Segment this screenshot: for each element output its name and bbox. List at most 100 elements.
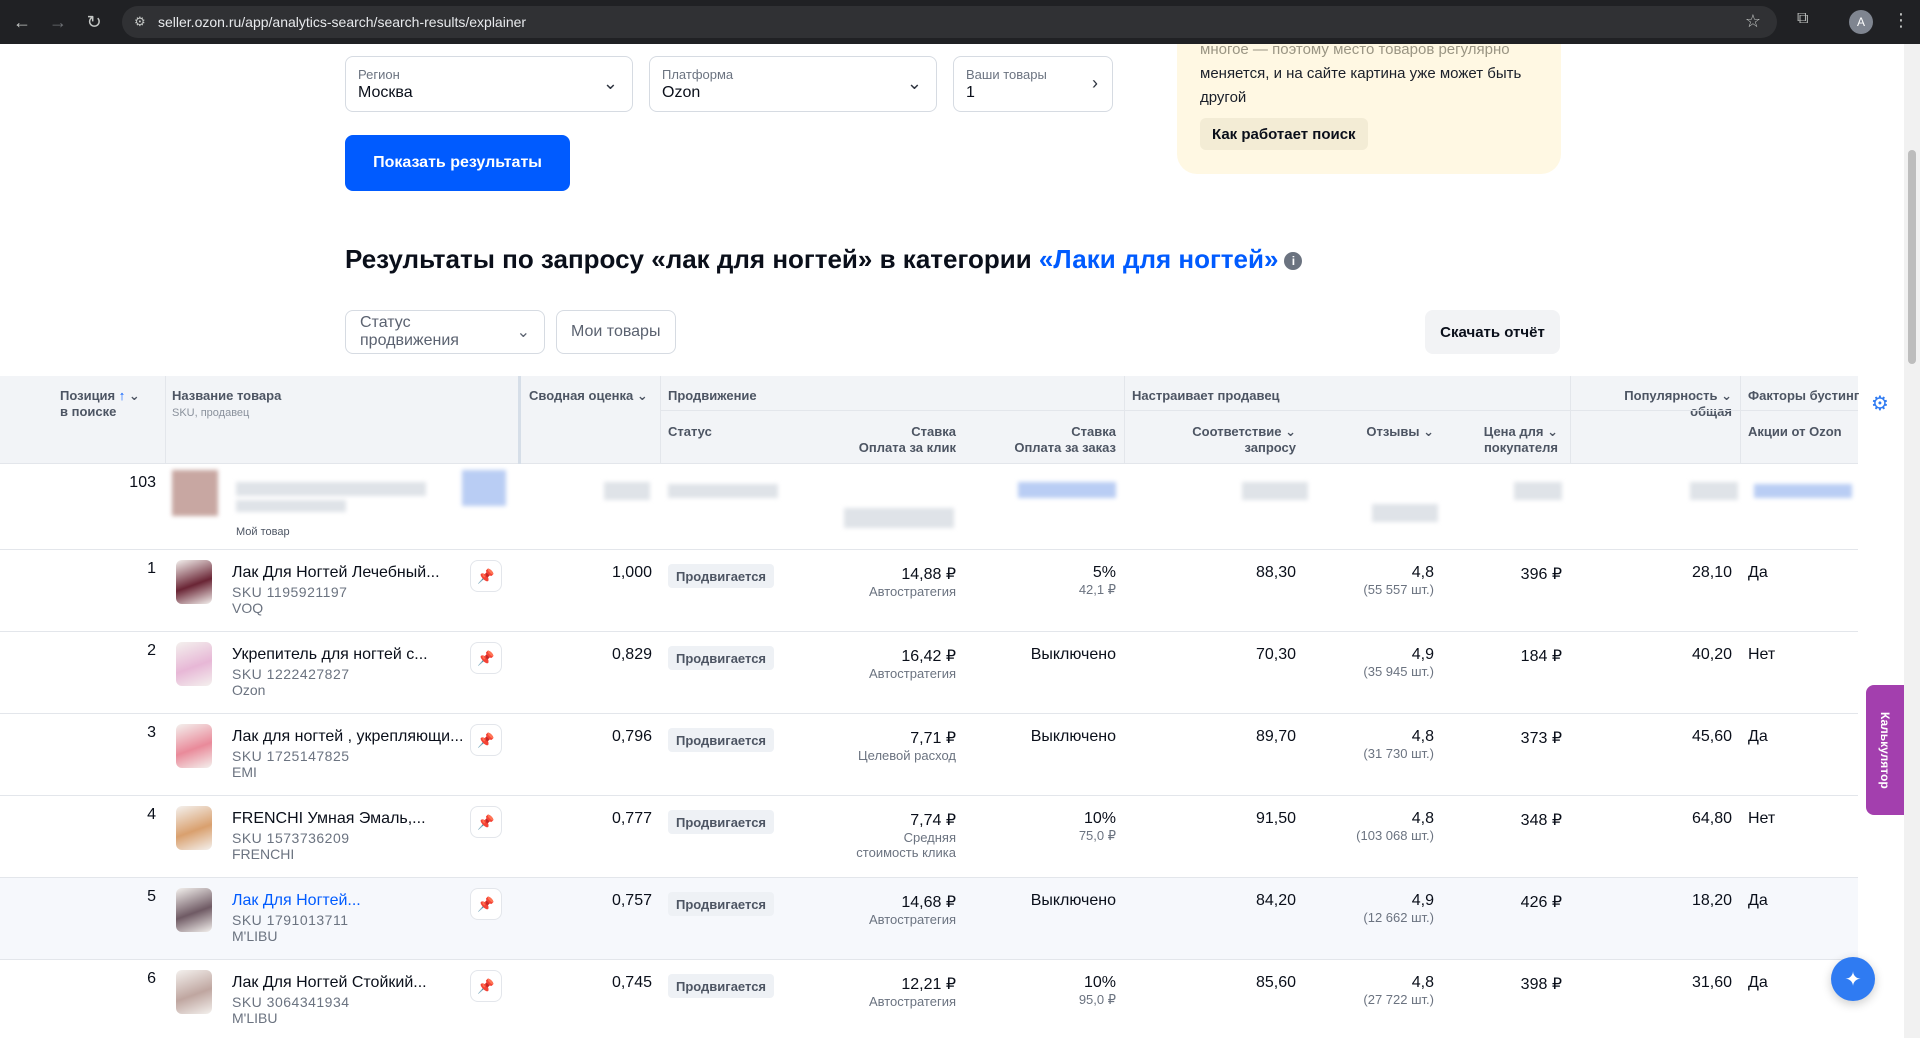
price-value: 396 ₽	[1520, 566, 1562, 583]
reviews-cell: 4,9 (12 662 шт.)	[1363, 892, 1434, 925]
download-report-button[interactable]: Скачать отчёт	[1425, 310, 1560, 354]
table-row[interactable]: 4 FRENCHI Умная Эмаль,... SKU 1573736209…	[0, 796, 1858, 878]
category-link[interactable]: «Лаки для ногтей»	[1039, 244, 1279, 274]
product-name[interactable]: Лак для ногтей , укрепляющи...	[232, 728, 463, 746]
scrollbar-thumb[interactable]	[1908, 150, 1916, 364]
col-boost: Факторы бустинг	[1748, 388, 1860, 403]
bid-order-cell: 10% 75,0 ₽	[1078, 810, 1116, 843]
col-promo: Акции от Ozon	[1748, 424, 1842, 439]
col-seller-config: Настраивает продавец	[1132, 388, 1280, 403]
product-name[interactable]: Лак Для Ногтей Стойкий...	[232, 974, 427, 992]
table-row[interactable]: 5 Лак Для Ногтей... SKU 1791013711 M'LIB…	[0, 878, 1858, 960]
status-filter-dropdown[interactable]: Статус продвижения ⌄	[345, 310, 545, 354]
site-settings-icon[interactable]: ⚙	[134, 14, 150, 30]
pin-icon[interactable]: 📌	[470, 806, 502, 838]
platform-value: Ozon	[662, 84, 701, 101]
address-bar[interactable]: ⚙ seller.ozon.ru/app/analytics-search/se…	[122, 6, 1777, 38]
calculator-tab[interactable]: Калькулятор	[1866, 685, 1904, 815]
product-image[interactable]	[176, 642, 212, 686]
pin-icon[interactable]: 📌	[470, 724, 502, 756]
ai-assistant-sparkle-icon[interactable]: ✦	[1831, 957, 1875, 1001]
title-prefix: Результаты по запросу «лак для ногтей» в…	[345, 244, 1039, 274]
col-score[interactable]: Сводная оценка ⌄	[529, 388, 648, 404]
row-position: 5	[147, 888, 156, 905]
relevance-value: 89,70	[1255, 728, 1296, 745]
my-product-image	[172, 470, 218, 516]
score-value: 1,000	[611, 564, 652, 581]
page-scrollbar[interactable]	[1904, 44, 1920, 1038]
how-search-works-button[interactable]: Как работает поиск	[1200, 118, 1368, 150]
promo-value: Да	[1748, 892, 1768, 909]
table-row[interactable]: 2 Укрепитель для ногтей с... SKU 1222427…	[0, 632, 1858, 714]
bid-order-cell: Выключено	[1030, 728, 1116, 745]
popularity-value: 28,10	[1691, 564, 1732, 581]
col-reviews[interactable]: Отзывы ⌄	[1300, 424, 1434, 440]
back-icon[interactable]: ←	[8, 8, 36, 36]
product-image[interactable]	[176, 806, 212, 850]
table-settings-gear-icon[interactable]: ⚙	[1871, 391, 1889, 416]
bid-click-cell: 7,74 ₽ Средняя стоимость клика	[856, 812, 956, 860]
col-promotion: Продвижение	[668, 388, 757, 403]
row-position: 4	[147, 806, 156, 823]
product-sku: SKU 1222427827	[232, 666, 350, 682]
table-header: Позиция ↑ ⌄ в поиске Название товара SKU, …	[0, 376, 1860, 464]
bid-order-cell: Выключено	[1030, 646, 1116, 663]
my-product-sku-blur	[236, 500, 346, 512]
my-goods-select[interactable]: Ваши товары 1 ›	[953, 56, 1113, 112]
product-name[interactable]: Лак Для Ногтей Лечебный...	[232, 564, 440, 582]
col-position[interactable]: Позиция ↑ ⌄ в поиске	[60, 388, 140, 420]
extensions-icon[interactable]: ⧉	[1797, 10, 1808, 28]
my-reviews-blur	[1372, 504, 1438, 522]
my-relevance-blur	[1242, 482, 1308, 500]
page-content: Регион Москва ⌄ Платформа Ozon ⌄ Ваши то…	[0, 44, 1904, 1038]
col-price[interactable]: Цена для ⌄ покупателя	[1440, 424, 1558, 456]
info-card-text: многое — поэтому место товаров регулярно…	[1200, 44, 1522, 106]
reviews-cell: 4,8 (103 068 шт.)	[1356, 810, 1434, 843]
reload-icon[interactable]: ↻	[80, 8, 108, 36]
table-row[interactable]: 3 Лак для ногтей , укрепляющи... SKU 172…	[0, 714, 1858, 796]
score-value: 0,745	[611, 974, 652, 991]
platform-select[interactable]: Платформа Ozon ⌄	[649, 56, 937, 112]
price-value: 184 ₽	[1520, 648, 1562, 665]
table-row[interactable]: 1 Лак Для Ногтей Лечебный... SKU 1195921…	[0, 550, 1858, 632]
col-status: Статус	[668, 424, 712, 439]
relevance-value: 84,20	[1255, 892, 1296, 909]
forward-icon[interactable]: →	[44, 8, 72, 36]
bid-click-cell: 14,68 ₽ Автостратегия	[868, 894, 956, 927]
chevron-down-icon: ⌄	[602, 73, 618, 93]
col-popularity[interactable]: Популярность ⌄ общая	[1590, 388, 1732, 420]
region-select[interactable]: Регион Москва ⌄	[345, 56, 633, 112]
info-icon[interactable]: i	[1284, 252, 1303, 270]
col-relevance[interactable]: Соответствие ⌄ запросу	[1150, 424, 1296, 456]
product-name[interactable]: Укрепитель для ногтей с...	[232, 646, 428, 664]
reviews-cell: 4,8 (27 722 шт.)	[1363, 974, 1434, 1007]
product-image[interactable]	[176, 724, 212, 768]
product-sku: SKU 1725147825	[232, 748, 350, 764]
my-goods-filter[interactable]: Мои товары	[556, 310, 676, 354]
pin-icon[interactable]: 📌	[470, 970, 502, 1002]
promo-value: Да	[1748, 564, 1768, 581]
bookmark-star-icon[interactable]: ☆	[1745, 11, 1761, 32]
product-image[interactable]	[176, 970, 212, 1014]
profile-avatar[interactable]: A	[1849, 10, 1873, 34]
pin-icon[interactable]: 📌	[470, 642, 502, 674]
product-image[interactable]	[176, 888, 212, 932]
table-row[interactable]: 6 Лак Для Ногтей Стойкий... SKU 30643419…	[0, 960, 1858, 1038]
my-product-name-blur	[236, 482, 426, 496]
reviews-cell: 4,8 (31 730 шт.)	[1363, 728, 1434, 761]
region-value: Москва	[358, 84, 413, 101]
product-sku: SKU 1573736209	[232, 830, 350, 846]
bid-order-cell: 10% 95,0 ₽	[1078, 974, 1116, 1007]
browser-menu-icon[interactable]: ⋮	[1892, 10, 1910, 31]
pin-icon[interactable]: 📌	[470, 560, 502, 592]
my-product-row[interactable]: 103 Мой товар	[0, 464, 1858, 550]
pin-icon[interactable]: 📌	[470, 888, 502, 920]
price-value: 426 ₽	[1520, 894, 1562, 911]
product-name[interactable]: FRENCHI Умная Эмаль,...	[232, 810, 426, 828]
status-badge: Продвигается	[668, 810, 775, 834]
product-image[interactable]	[176, 560, 212, 604]
show-results-button[interactable]: Показать результаты	[345, 135, 570, 191]
price-value: 348 ₽	[1520, 812, 1562, 829]
product-name[interactable]: Лак Для Ногтей...	[232, 892, 361, 910]
info-card: многое — поэтому место товаров регулярно…	[1177, 44, 1561, 174]
